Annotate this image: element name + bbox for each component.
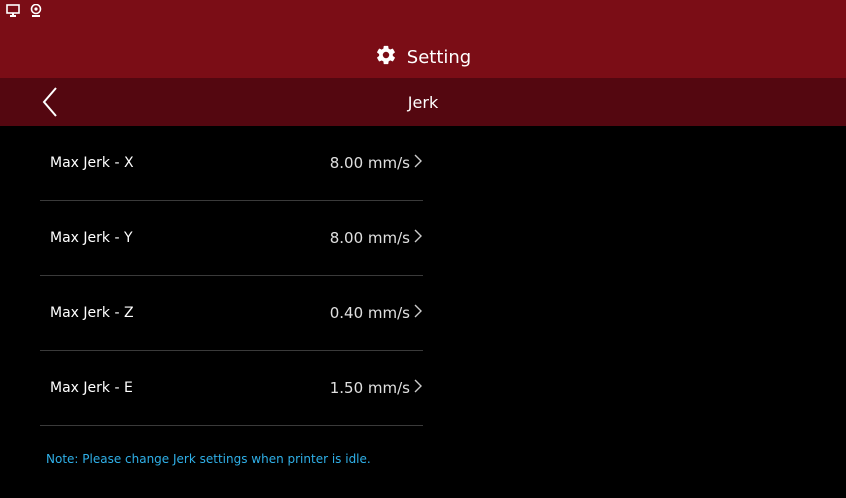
jerk-y-value: 8.00 mm/s (329, 229, 410, 247)
chevron-right-icon (413, 303, 423, 323)
jerk-y-row[interactable]: Max Jerk - Y 8.00 mm/s (40, 201, 423, 276)
page-title: Setting (406, 46, 472, 68)
webcam-icon (30, 4, 42, 18)
jerk-settings-list: Max Jerk - X 8.00 mm/s Max Jerk - Y 8.00… (40, 126, 423, 426)
chevron-right-icon (413, 228, 423, 248)
jerk-z-value: 0.40 mm/s (329, 304, 410, 322)
jerk-e-value: 1.50 mm/s (329, 379, 410, 397)
jerk-x-value: 8.00 mm/s (329, 154, 410, 172)
back-button[interactable] (36, 86, 66, 118)
monitor-icon (6, 4, 20, 18)
chevron-right-icon (413, 153, 423, 173)
header-bar: Setting (0, 0, 846, 78)
status-icons (6, 4, 42, 18)
jerk-z-row[interactable]: Max Jerk - Z 0.40 mm/s (40, 276, 423, 351)
jerk-x-row[interactable]: Max Jerk - X 8.00 mm/s (40, 126, 423, 201)
idle-note: Note: Please change Jerk settings when p… (46, 452, 371, 466)
jerk-y-label: Max Jerk - Y (50, 230, 133, 246)
jerk-z-label: Max Jerk - Z (50, 305, 134, 321)
jerk-e-label: Max Jerk - E (50, 380, 133, 396)
section-title: Jerk (407, 92, 439, 112)
gear-icon (375, 44, 397, 70)
jerk-x-label: Max Jerk - X (50, 155, 134, 171)
chevron-left-icon (36, 87, 66, 122)
page-title-wrap: Setting (0, 40, 846, 74)
sub-header-bar: Jerk (0, 78, 846, 126)
jerk-e-row[interactable]: Max Jerk - E 1.50 mm/s (40, 351, 423, 426)
chevron-right-icon (413, 378, 423, 398)
